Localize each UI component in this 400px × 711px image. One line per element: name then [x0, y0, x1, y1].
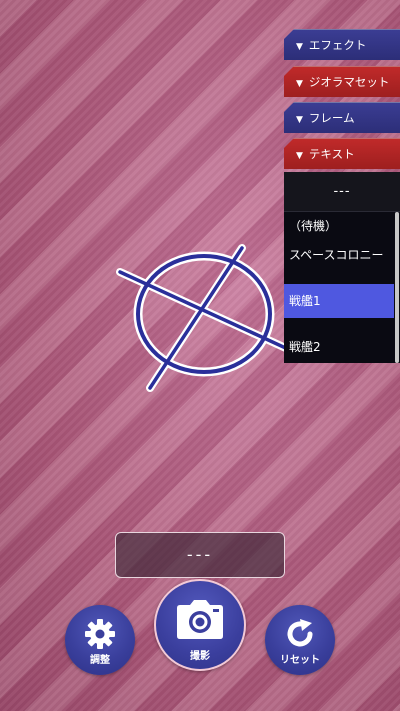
reset-label: リセット: [280, 655, 320, 666]
tab-effect-label: エフェクト: [308, 38, 367, 52]
dropdown-spacer: [284, 272, 394, 284]
triangle-down-icon: ▼: [296, 42, 303, 52]
tab-frame-label: フレーム: [308, 111, 355, 125]
adjust-label: 調整: [90, 655, 110, 666]
shoot-button[interactable]: 撮影: [154, 579, 246, 671]
triangle-down-icon: ▼: [296, 115, 303, 125]
dropdown-item-battleship-2[interactable]: 戦艦2: [284, 330, 394, 363]
dropdown-item-standby[interactable]: （待機）: [284, 212, 394, 238]
tab-text-label: テキスト: [308, 147, 355, 161]
dropdown-spacer: [284, 318, 394, 330]
dropdown-item-space-colony[interactable]: スペースコロニー: [284, 238, 394, 272]
text-dropdown[interactable]: --- （待機） スペースコロニー 戦艦1 戦艦2: [284, 172, 400, 363]
camera-icon: [177, 600, 223, 639]
shoot-label: 撮影: [190, 651, 210, 662]
dropdown-list[interactable]: （待機） スペースコロニー 戦艦1 戦艦2: [284, 212, 394, 363]
reset-button[interactable]: リセット: [265, 605, 335, 675]
status-display: ---: [115, 532, 285, 578]
tab-effect[interactable]: ▼ エフェクト: [284, 29, 400, 60]
target-crosshair-icon: [116, 244, 290, 392]
tab-diorama-set[interactable]: ▼ ジオラマセット: [284, 66, 400, 97]
gear-icon: [85, 619, 115, 649]
tab-text[interactable]: ▼ テキスト: [284, 138, 400, 169]
dropdown-scrollbar[interactable]: [395, 212, 399, 363]
triangle-down-icon: ▼: [296, 79, 303, 89]
dropdown-item-battleship-1[interactable]: 戦艦1: [284, 284, 394, 318]
tab-diorama-set-label: ジオラマセット: [308, 75, 390, 89]
triangle-down-icon: ▼: [296, 151, 303, 161]
refresh-icon: [287, 619, 313, 647]
adjust-button[interactable]: 調整: [65, 605, 135, 675]
tab-frame[interactable]: ▼ フレーム: [284, 102, 400, 133]
dropdown-current-value[interactable]: ---: [284, 172, 400, 212]
